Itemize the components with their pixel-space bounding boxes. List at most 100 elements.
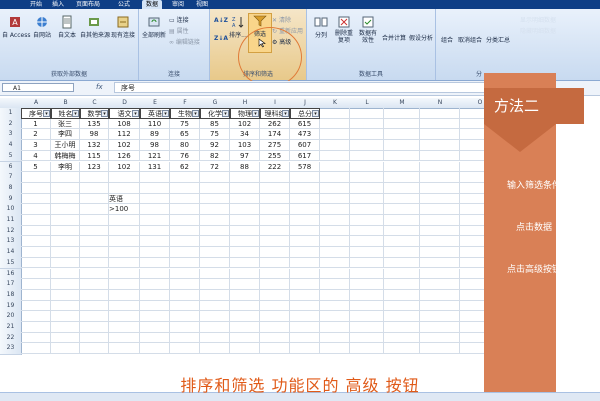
cell-a15[interactable]	[21, 257, 51, 269]
cell-f14[interactable]	[170, 247, 200, 258]
cell-k22[interactable]	[320, 332, 350, 344]
cell-n6[interactable]	[420, 161, 460, 173]
cell-l7[interactable]	[350, 172, 384, 183]
cell-j8[interactable]	[290, 182, 320, 194]
cell-l20[interactable]	[350, 311, 384, 322]
cell-g12[interactable]	[200, 225, 230, 237]
cell-i14[interactable]	[260, 247, 290, 258]
cell-a20[interactable]	[21, 311, 51, 322]
cell-f9[interactable]	[170, 193, 200, 205]
cell-e1[interactable]: 英语 ▾	[140, 108, 170, 119]
cell-k23[interactable]	[320, 343, 350, 355]
cell-e8[interactable]	[140, 182, 170, 194]
cell-n10[interactable]	[420, 204, 460, 215]
cell-a11[interactable]	[21, 215, 51, 226]
properties-button[interactable]: ▤ 属性	[169, 26, 189, 35]
cell-k13[interactable]	[320, 236, 350, 248]
cell-f19[interactable]	[170, 300, 200, 312]
tab-data[interactable]: 数据	[142, 0, 163, 9]
cell-m12[interactable]	[384, 225, 420, 237]
cell-i15[interactable]	[260, 257, 290, 269]
cell-l21[interactable]	[350, 322, 384, 333]
cell-c19[interactable]	[80, 300, 109, 312]
cell-c13[interactable]	[80, 236, 109, 248]
cell-e4[interactable]: 98	[140, 140, 170, 151]
filter-dropdown-icon[interactable]: ▾	[72, 110, 79, 117]
cell-n17[interactable]	[420, 279, 460, 290]
cell-c8[interactable]	[80, 182, 109, 194]
cell-a18[interactable]	[21, 289, 51, 301]
cell-k20[interactable]	[320, 311, 350, 322]
formula-input[interactable]: 序号	[114, 82, 494, 93]
cell-k1[interactable]	[320, 108, 350, 119]
cell-a12[interactable]	[21, 225, 51, 237]
cell-m16[interactable]	[384, 268, 420, 280]
cell-l22[interactable]	[350, 332, 384, 344]
cell-h2[interactable]: 102	[230, 118, 260, 130]
cell-f11[interactable]	[170, 215, 200, 226]
cell-h23[interactable]	[230, 343, 260, 355]
cell-c12[interactable]	[80, 225, 109, 237]
cell-j3[interactable]: 473	[290, 129, 320, 141]
cell-n9[interactable]	[420, 193, 460, 205]
cell-n5[interactable]	[420, 150, 460, 162]
cell-m4[interactable]	[384, 140, 420, 151]
cell-e3[interactable]: 89	[140, 129, 170, 141]
cell-k5[interactable]	[320, 150, 350, 162]
cell-l15[interactable]	[350, 257, 384, 269]
cell-g5[interactable]: 82	[200, 150, 230, 162]
cell-f10[interactable]	[170, 204, 200, 215]
cell-c11[interactable]	[80, 215, 109, 226]
cell-b16[interactable]	[51, 268, 80, 280]
cell-c16[interactable]	[80, 268, 109, 280]
cell-j10[interactable]	[290, 204, 320, 215]
cell-m3[interactable]	[384, 129, 420, 141]
cell-m5[interactable]	[384, 150, 420, 162]
cell-g7[interactable]	[200, 172, 230, 183]
cell-l1[interactable]	[350, 108, 384, 119]
consolidate-button[interactable]: 合并计算	[381, 33, 407, 42]
cell-b10[interactable]	[51, 204, 80, 215]
cell-l19[interactable]	[350, 300, 384, 312]
cell-c3[interactable]: 98	[80, 129, 109, 141]
cell-k18[interactable]	[320, 289, 350, 301]
cell-d15[interactable]	[109, 257, 140, 269]
cell-n21[interactable]	[420, 322, 460, 333]
cell-b1[interactable]: 姓名 ▾	[51, 108, 80, 119]
cell-l5[interactable]	[350, 150, 384, 162]
cell-d19[interactable]	[109, 300, 140, 312]
cell-a13[interactable]	[21, 236, 51, 248]
tab-formulas[interactable]: 公式	[118, 0, 130, 9]
cell-f12[interactable]	[170, 225, 200, 237]
cell-j6[interactable]: 578	[290, 161, 320, 173]
cell-i2[interactable]: 262	[260, 118, 290, 130]
cell-m23[interactable]	[384, 343, 420, 355]
text-to-columns-button[interactable]: 分列	[311, 15, 331, 39]
cell-c14[interactable]	[80, 247, 109, 258]
cell-f23[interactable]	[170, 343, 200, 355]
cell-e10[interactable]	[140, 204, 170, 215]
cell-e9[interactable]	[140, 193, 170, 205]
cell-e2[interactable]: 110	[140, 118, 170, 130]
cell-g4[interactable]: 92	[200, 140, 230, 151]
cell-f4[interactable]: 80	[170, 140, 200, 151]
cell-j22[interactable]	[290, 332, 320, 344]
cell-c7[interactable]	[80, 172, 109, 183]
cell-g23[interactable]	[200, 343, 230, 355]
cell-h10[interactable]	[230, 204, 260, 215]
cell-g15[interactable]	[200, 257, 230, 269]
cell-g20[interactable]	[200, 311, 230, 322]
cell-f15[interactable]	[170, 257, 200, 269]
cell-a9[interactable]	[21, 193, 51, 205]
cell-h17[interactable]	[230, 279, 260, 290]
cell-d7[interactable]	[109, 172, 140, 183]
cell-i3[interactable]: 174	[260, 129, 290, 141]
cell-m17[interactable]	[384, 279, 420, 290]
connections-button[interactable]: ▭ 连接	[169, 15, 189, 24]
cell-m9[interactable]	[384, 193, 420, 205]
cell-h4[interactable]: 103	[230, 140, 260, 151]
cell-m7[interactable]	[384, 172, 420, 183]
cell-l3[interactable]	[350, 129, 384, 141]
cell-i8[interactable]	[260, 182, 290, 194]
group-button[interactable]: 组合	[438, 35, 456, 44]
